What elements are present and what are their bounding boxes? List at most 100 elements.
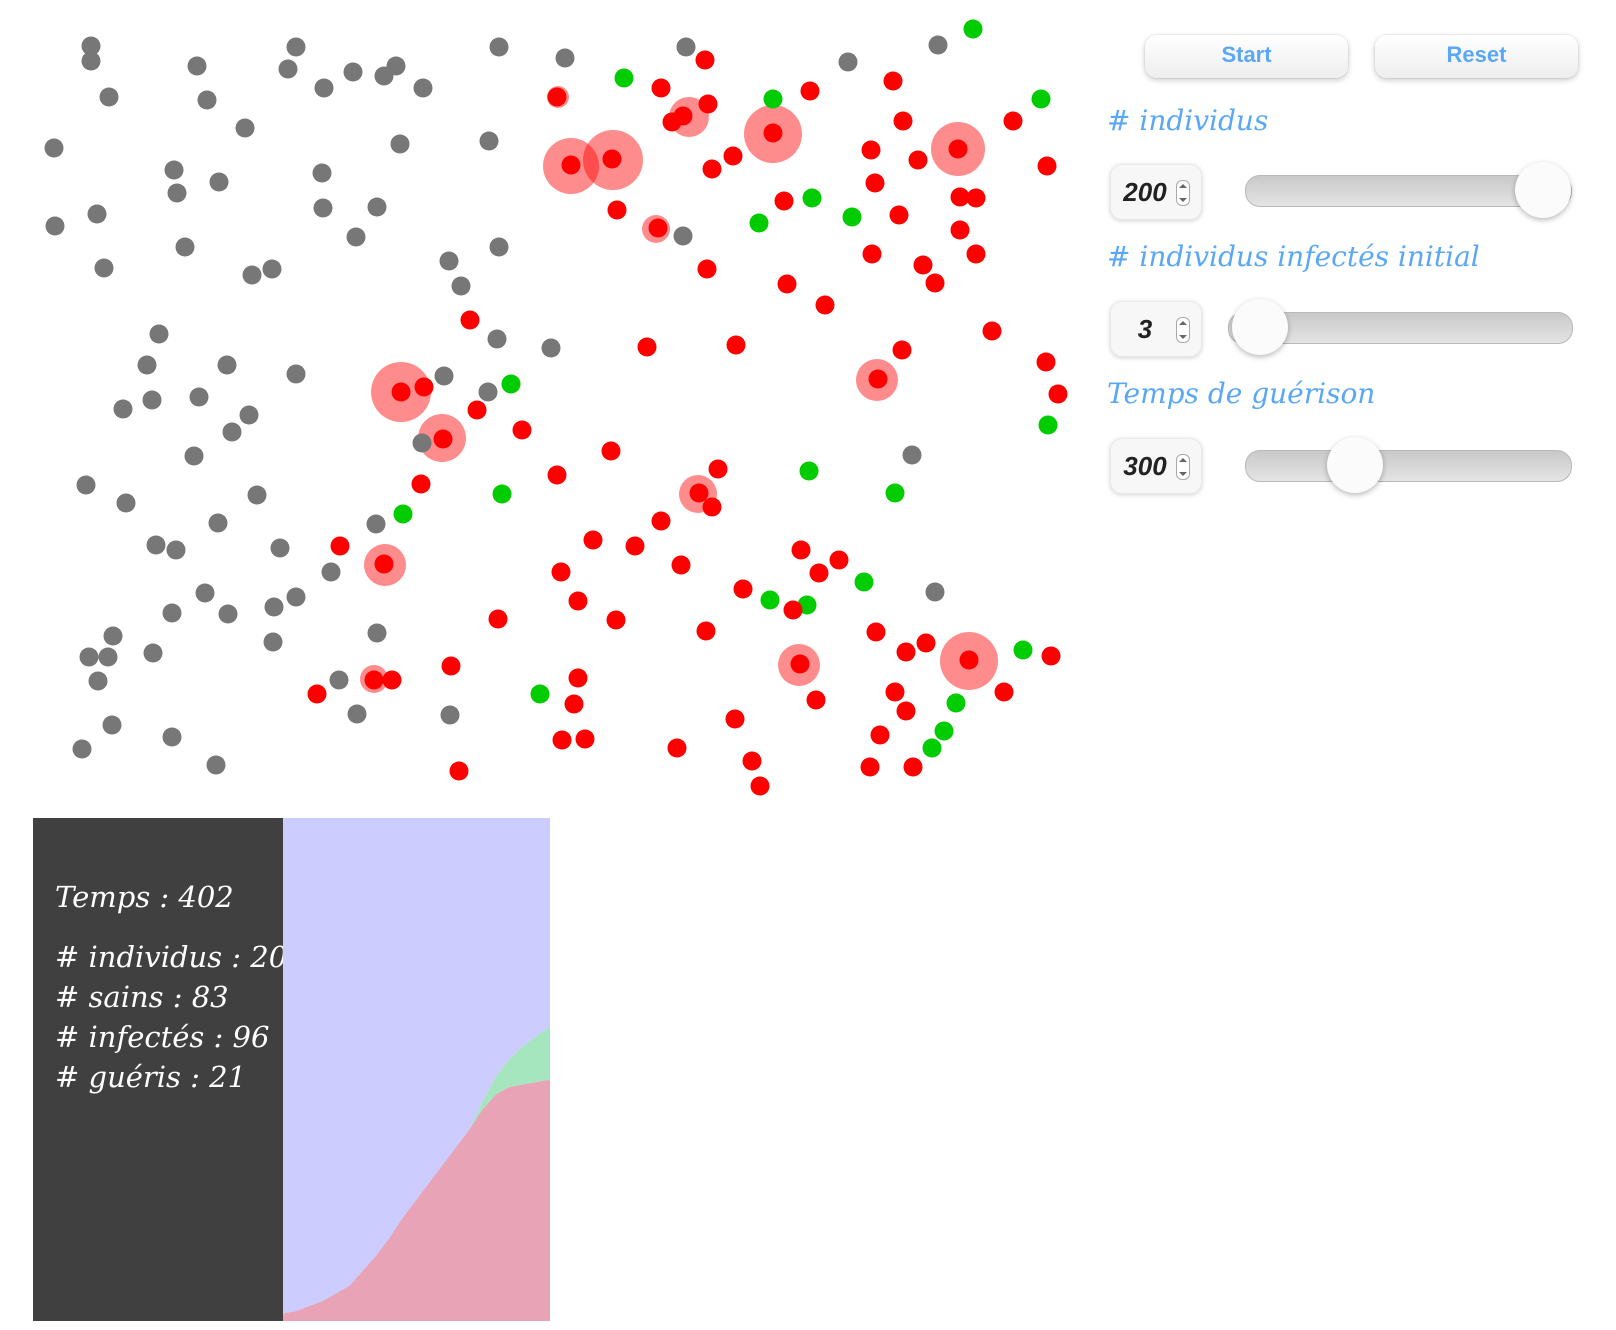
healthy-individual bbox=[262, 259, 282, 279]
healthy-individual bbox=[264, 597, 284, 617]
healthy-individual bbox=[99, 87, 119, 107]
healing-time-value: 300 bbox=[1123, 451, 1167, 481]
healthy-individual bbox=[386, 56, 406, 76]
recovered-individual bbox=[614, 68, 634, 88]
healthy-individual bbox=[103, 626, 123, 646]
infected-individual bbox=[889, 205, 909, 225]
infected-individual bbox=[697, 259, 717, 279]
initial-infected-slider-thumb[interactable] bbox=[1231, 299, 1288, 355]
healthy-individual bbox=[346, 227, 366, 247]
healthy-individual bbox=[329, 670, 349, 690]
initial-infected-stepper[interactable]: 3 bbox=[1110, 301, 1202, 357]
infected-individual bbox=[575, 729, 595, 749]
healthy-individual bbox=[137, 355, 157, 375]
healthy-individual bbox=[270, 538, 290, 558]
healthy-individual bbox=[286, 37, 306, 57]
healthy-individual bbox=[142, 390, 162, 410]
infected-individual bbox=[708, 459, 728, 479]
infected-individual bbox=[651, 511, 671, 531]
infected-individual bbox=[695, 50, 715, 70]
healthy-individual bbox=[390, 134, 410, 154]
infected-individual bbox=[606, 610, 626, 630]
healing-time-label: Temps de guérison bbox=[1107, 377, 1376, 410]
healthy-individual bbox=[149, 324, 169, 344]
recovered-individual bbox=[963, 19, 983, 39]
healthy-individual bbox=[412, 433, 432, 453]
infected-individual bbox=[866, 622, 886, 642]
infected-individual bbox=[966, 188, 986, 208]
infected-individual bbox=[648, 218, 668, 238]
healing-time-slider[interactable] bbox=[1245, 437, 1572, 493]
stat-infected: # infectés : 96 bbox=[55, 1020, 270, 1054]
infected-individual bbox=[651, 78, 671, 98]
infected-individual bbox=[602, 149, 622, 169]
infected-individual bbox=[868, 369, 888, 389]
healthy-individual bbox=[88, 671, 108, 691]
infected-individual bbox=[800, 81, 820, 101]
healthy-individual bbox=[94, 258, 114, 278]
healthy-individual bbox=[81, 51, 101, 71]
infected-individual bbox=[1048, 384, 1068, 404]
stat-recovered: # guéris : 21 bbox=[55, 1060, 247, 1094]
reset-button[interactable]: Reset bbox=[1375, 35, 1578, 78]
spin-arrows-icon[interactable] bbox=[1176, 180, 1190, 206]
recovered-individual bbox=[1038, 415, 1058, 435]
infected-individual bbox=[763, 123, 783, 143]
healthy-individual bbox=[247, 485, 267, 505]
infected-individual bbox=[637, 337, 657, 357]
infected-individual bbox=[547, 87, 567, 107]
infected-individual bbox=[865, 173, 885, 193]
infected-individual bbox=[391, 382, 411, 402]
infected-individual bbox=[364, 670, 384, 690]
healthy-individual bbox=[242, 265, 262, 285]
healthy-individual bbox=[164, 160, 184, 180]
healthy-individual bbox=[347, 704, 367, 724]
healthy-individual bbox=[451, 276, 471, 296]
infected-individual bbox=[893, 111, 913, 131]
healthy-individual bbox=[478, 382, 498, 402]
recovered-individual bbox=[1031, 89, 1051, 109]
individuals-slider[interactable] bbox=[1245, 162, 1572, 218]
initial-infected-slider[interactable] bbox=[1228, 299, 1573, 355]
infected-individual bbox=[733, 579, 753, 599]
healthy-individual bbox=[72, 739, 92, 759]
healthy-individual bbox=[928, 35, 948, 55]
infected-individual bbox=[908, 150, 928, 170]
infected-individual bbox=[885, 682, 905, 702]
infected-individual bbox=[870, 725, 890, 745]
infected-individual bbox=[702, 497, 722, 517]
healthy-individual bbox=[541, 338, 561, 358]
infected-individual bbox=[815, 295, 835, 315]
healthy-individual bbox=[263, 632, 283, 652]
spin-arrows-icon[interactable] bbox=[1176, 317, 1190, 343]
healthy-individual bbox=[313, 198, 333, 218]
stat-time: Temps : 402 bbox=[55, 880, 234, 914]
healthy-individual bbox=[487, 329, 507, 349]
infected-individual bbox=[1041, 646, 1061, 666]
infected-individual bbox=[698, 94, 718, 114]
healthy-individual bbox=[45, 216, 65, 236]
healthy-individual bbox=[439, 251, 459, 271]
healthy-individual bbox=[367, 197, 387, 217]
individuals-slider-thumb[interactable] bbox=[1515, 162, 1571, 218]
infected-individual bbox=[512, 420, 532, 440]
infected-individual bbox=[625, 536, 645, 556]
healthy-individual bbox=[838, 52, 858, 72]
infected-individual bbox=[1037, 156, 1057, 176]
healthy-individual bbox=[162, 603, 182, 623]
healthy-individual bbox=[286, 364, 306, 384]
infected-individual bbox=[726, 335, 746, 355]
stat-healthy: # sains : 83 bbox=[55, 980, 229, 1014]
start-button[interactable]: Start bbox=[1145, 35, 1348, 78]
healing-time-stepper[interactable]: 300 bbox=[1110, 438, 1202, 494]
healthy-individual bbox=[673, 226, 693, 246]
spin-arrows-icon[interactable] bbox=[1176, 454, 1190, 480]
recovered-individual bbox=[749, 213, 769, 233]
individuals-stepper[interactable]: 200 bbox=[1110, 164, 1202, 220]
healing-time-slider-thumb[interactable] bbox=[1326, 437, 1383, 493]
infected-individual bbox=[551, 562, 571, 582]
infected-individual bbox=[777, 274, 797, 294]
infected-individual bbox=[374, 554, 394, 574]
recovered-individual bbox=[922, 738, 942, 758]
infected-individual bbox=[671, 555, 691, 575]
